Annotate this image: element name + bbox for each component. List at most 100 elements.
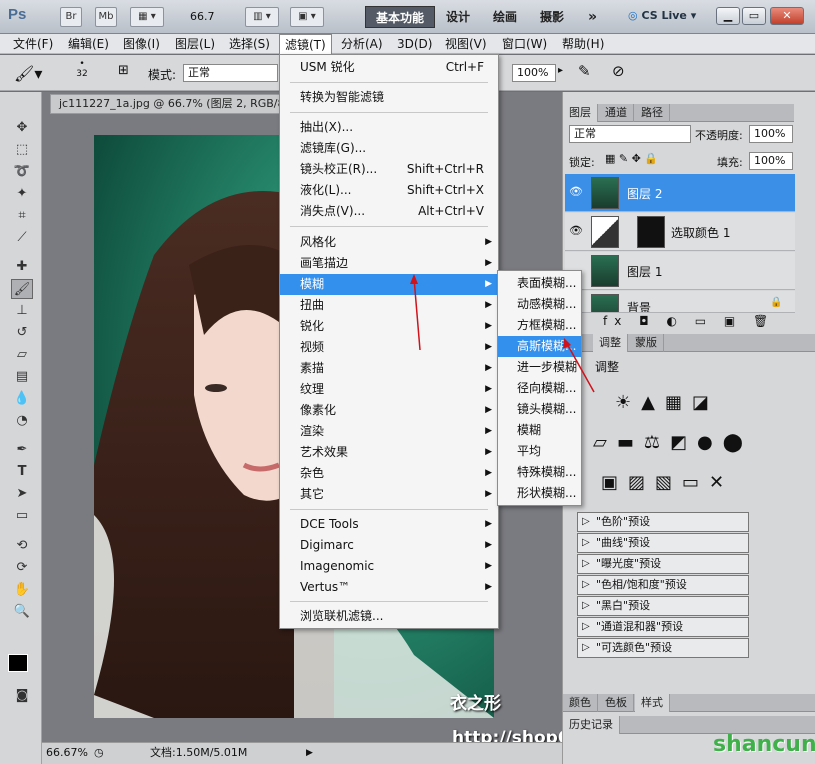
filter-convert-smart[interactable]: 转换为智能滤镜 — [280, 87, 498, 108]
tab-paths[interactable]: 路径 — [635, 104, 670, 122]
menu-image[interactable]: 图像(I) — [118, 34, 165, 54]
layer-row-background[interactable]: 背景 🔒 — [565, 291, 795, 313]
restore-button[interactable]: ▭ — [742, 7, 766, 25]
tab-layers[interactable]: 图层 — [563, 104, 598, 122]
workspace-painting[interactable]: 绘画 — [483, 6, 527, 28]
filter-noise[interactable]: 杂色 ▶ — [280, 463, 498, 484]
blur-average[interactable]: 平均 — [498, 441, 581, 462]
filter-vertus[interactable]: Vertus™ ▶ — [280, 577, 498, 598]
filter-sharpen[interactable]: 锐化 ▶ — [280, 316, 498, 337]
menu-layer[interactable]: 图层(L) — [170, 34, 220, 54]
filter-blur[interactable]: 模糊 ▶ — [280, 274, 498, 295]
menu-analysis[interactable]: 分析(A) — [336, 34, 388, 54]
type-tool-icon[interactable]: T — [11, 462, 33, 482]
visibility-eye-icon[interactable]: 👁 — [569, 185, 583, 198]
view-extras-button[interactable]: ▦ ▾ — [130, 7, 164, 27]
opacity-input[interactable]: 100% — [749, 125, 793, 143]
dodge-tool-icon[interactable]: ◔ — [11, 411, 33, 431]
menu-filter[interactable]: 滤镜(T) — [279, 34, 332, 54]
filter-dce-tools[interactable]: DCE Tools ▶ — [280, 514, 498, 535]
preset-levels[interactable]: "色阶"预设 — [577, 512, 749, 532]
filter-usm-sharpen[interactable]: USM 锐化 Ctrl+F — [280, 57, 498, 78]
shape-tool-icon[interactable]: ▭ — [11, 506, 33, 526]
brush-tool-icon-active[interactable]: 🖌 — [11, 279, 33, 299]
tab-adjustments[interactable]: 调整 — [593, 334, 628, 352]
filter-lens-correction[interactable]: 镜头校正(R)... Shift+Ctrl+R — [280, 159, 498, 180]
screen-mode-button[interactable]: ▣ ▾ — [290, 7, 324, 27]
status-zoom[interactable]: 66.67% — [46, 743, 88, 763]
blur-more[interactable]: 进一步模糊 — [498, 357, 581, 378]
filter-other[interactable]: 其它 ▶ — [280, 484, 498, 505]
mode-select[interactable]: 正常 — [183, 64, 278, 82]
blur-box[interactable]: 方框模糊... — [498, 315, 581, 336]
menu-file[interactable]: 文件(F) — [8, 34, 58, 54]
quick-select-tool-icon[interactable]: ✦ — [11, 184, 33, 204]
tab-swatches[interactable]: 色板 — [599, 694, 634, 712]
filter-extract[interactable]: 抽出(X)... — [280, 117, 498, 138]
quick-mask-icon[interactable]: ◙ — [11, 686, 33, 706]
blur-smart[interactable]: 特殊模糊... — [498, 462, 581, 483]
preset-exposure[interactable]: "曝光度"预设 — [577, 554, 749, 574]
filter-liquify[interactable]: 液化(L)... Shift+Ctrl+X — [280, 180, 498, 201]
flow-arrow-icon[interactable]: ▸ — [558, 65, 563, 76]
preset-selective-color[interactable]: "可选颜色"预设 — [577, 638, 749, 658]
eyedropper-tool-icon[interactable]: ⟋ — [11, 228, 33, 248]
menu-view[interactable]: 视图(V) — [440, 34, 492, 54]
workspace-design[interactable]: 设计 — [436, 6, 480, 28]
filter-stylize[interactable]: 风格化 ▶ — [280, 232, 498, 253]
menu-select[interactable]: 选择(S) — [224, 34, 275, 54]
blur-surface[interactable]: 表面模糊... — [498, 273, 581, 294]
lock-icons[interactable]: ▦ ✎ ✥ 🔒 — [605, 152, 658, 165]
menu-3d[interactable]: 3D(D) — [392, 34, 437, 54]
foreground-color-swatch[interactable] — [8, 654, 28, 672]
filter-imagenomic[interactable]: Imagenomic ▶ — [280, 556, 498, 577]
blur-motion[interactable]: 动感模糊... — [498, 294, 581, 315]
brush-preset-picker[interactable]: • 32 — [72, 59, 92, 79]
filter-digimarc[interactable]: Digimarc ▶ — [280, 535, 498, 556]
filter-distort[interactable]: 扭曲 ▶ — [280, 295, 498, 316]
lasso-tool-icon[interactable]: ➰ — [11, 162, 33, 182]
layer-row-selective-color[interactable]: 👁 选取颜色 1 — [565, 213, 795, 251]
layers-footer-icons[interactable]: fx ◘ ◐ ▭ ▣ 🗑 — [603, 314, 775, 328]
tab-history[interactable]: 历史记录 — [563, 716, 620, 734]
filter-pixelate[interactable]: 像素化 ▶ — [280, 400, 498, 421]
hand-tool-icon[interactable]: ✋ — [11, 580, 33, 600]
healing-brush-tool-icon[interactable]: ✚ — [11, 257, 33, 277]
tab-color[interactable]: 颜色 — [563, 694, 598, 712]
filter-video[interactable]: 视频 ▶ — [280, 337, 498, 358]
tab-masks[interactable]: 蒙版 — [629, 334, 664, 352]
brush-tool-icon[interactable]: 🖌▾ — [14, 64, 42, 83]
eraser-tool-icon[interactable]: ▱ — [11, 345, 33, 365]
tab-styles[interactable]: 样式 — [635, 694, 670, 712]
3d-rotate-tool-icon[interactable]: ⟲ — [11, 536, 33, 556]
menu-edit[interactable]: 编辑(E) — [63, 34, 114, 54]
adjustment-icons-row2[interactable]: ▱▬⚖◩●⬤ — [593, 432, 753, 453]
layer-row-layer1[interactable]: 图层 1 — [565, 252, 795, 290]
preset-hue-saturation[interactable]: "色相/饱和度"预设 — [577, 575, 749, 595]
tab-channels[interactable]: 通道 — [599, 104, 634, 122]
zoom-tool-icon[interactable]: 🔍 — [11, 602, 33, 622]
filter-artistic[interactable]: 艺术效果 ▶ — [280, 442, 498, 463]
workspace-photography[interactable]: 摄影 — [530, 6, 574, 28]
filter-sketch[interactable]: 素描 ▶ — [280, 358, 498, 379]
filter-vanishing-point[interactable]: 消失点(V)... Alt+Ctrl+V — [280, 201, 498, 222]
fill-input[interactable]: 100% — [749, 152, 793, 170]
flow-input[interactable]: 100% — [512, 64, 556, 82]
adjustment-icons-row3[interactable]: ▣▨▧▭✕ — [601, 472, 734, 493]
preset-curves[interactable]: "曲线"预设 — [577, 533, 749, 553]
layer-row-layer2[interactable]: 👁 图层 2 — [565, 174, 795, 212]
crop-tool-icon[interactable]: ⌗ — [11, 206, 33, 226]
path-selection-tool-icon[interactable]: ➤ — [11, 484, 33, 504]
menu-window[interactable]: 窗口(W) — [497, 34, 552, 54]
preset-channel-mixer[interactable]: "通道混和器"预设 — [577, 617, 749, 637]
3d-orbit-tool-icon[interactable]: ⟳ — [11, 558, 33, 578]
blur-plain[interactable]: 模糊 — [498, 420, 581, 441]
menu-help[interactable]: 帮助(H) — [557, 34, 609, 54]
blur-gaussian[interactable]: 高斯模糊... — [498, 336, 581, 357]
visibility-eye-icon[interactable]: 👁 — [569, 224, 583, 237]
filter-brush-strokes[interactable]: 画笔描边 ▶ — [280, 253, 498, 274]
zoom-level[interactable]: 66.7 — [190, 10, 215, 23]
blur-lens[interactable]: 镜头模糊... — [498, 399, 581, 420]
blur-radial[interactable]: 径向模糊... — [498, 378, 581, 399]
brush-panel-icon[interactable]: ⊞ — [118, 63, 129, 78]
